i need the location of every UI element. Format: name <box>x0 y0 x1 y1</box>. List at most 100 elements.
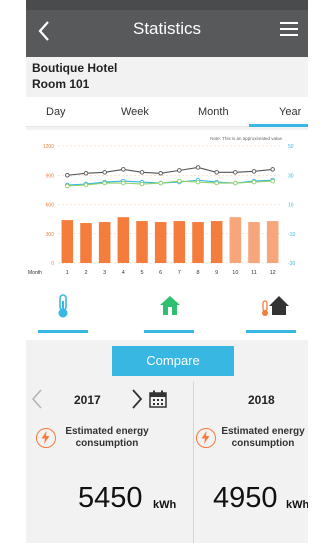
series-point <box>121 167 126 172</box>
tab-month[interactable]: Month <box>198 106 229 118</box>
hotel-info: Boutique Hotel Room 101 <box>32 60 117 92</box>
x-tick-label: 11 <box>251 270 257 276</box>
series-point <box>102 180 107 186</box>
x-tick-label: 4 <box>122 270 125 276</box>
chart-canvas: Note: This is an approximated value 1200 9… <box>28 136 295 276</box>
left-energy-value: 5450 <box>78 482 143 514</box>
y2-tick-label: 50 <box>288 144 294 150</box>
metric-tabs <box>26 285 308 340</box>
chevron-left-icon <box>31 389 42 409</box>
x-tick-label: 2 <box>84 270 87 276</box>
bar <box>117 217 130 263</box>
series-point <box>139 181 145 187</box>
bar <box>136 221 148 263</box>
series-point <box>158 180 163 186</box>
statistics-chart: Note: This is an approximated value 1200 9… <box>26 130 308 285</box>
x-tick-label: 12 <box>270 270 276 276</box>
series-point <box>65 173 70 178</box>
top-bar: Statistics <box>26 0 308 57</box>
hotel-name: Boutique Hotel <box>32 61 118 75</box>
bar <box>80 223 92 263</box>
series-point <box>214 170 219 175</box>
bar <box>61 220 74 263</box>
x-tick-label: 6 <box>159 270 162 276</box>
bar <box>248 222 260 263</box>
tab-week[interactable]: Week <box>121 106 149 118</box>
series-point <box>251 179 257 185</box>
y2-tick-label: 10 <box>288 203 294 209</box>
tab-home-temperature[interactable] <box>246 293 296 333</box>
chevron-right-icon <box>132 389 143 409</box>
y2-tick-label: -10 <box>288 232 295 238</box>
chart-note: Note: This is an approximated value <box>210 136 282 141</box>
tab-temperature[interactable] <box>38 293 88 333</box>
compare-button[interactable]: Compare <box>112 346 234 376</box>
series-point <box>139 170 145 175</box>
left-year: 2017 <box>74 393 101 407</box>
bar <box>98 222 111 263</box>
series-point <box>121 180 126 186</box>
calendar-icon <box>149 390 167 408</box>
energy-bolt-icon <box>36 428 56 448</box>
bar <box>229 217 242 263</box>
x-tick-label: 10 <box>232 270 238 276</box>
series-point <box>158 171 163 176</box>
y-tick-label: 600 <box>46 203 55 209</box>
calendar-button[interactable] <box>149 390 167 408</box>
series-point <box>177 178 182 184</box>
x-tick-label: 7 <box>178 270 181 276</box>
series-line <box>67 166 273 176</box>
panel-divider <box>193 382 194 543</box>
page-title: Statistics <box>132 19 202 38</box>
x-axis-label: Month <box>28 270 42 276</box>
bar <box>266 221 279 263</box>
left-energy-unit: kWh <box>153 499 177 511</box>
series-point <box>233 170 238 175</box>
tab-home[interactable] <box>144 293 194 333</box>
home-temperature-icon <box>262 296 289 316</box>
right-energy-unit: kWh <box>286 499 308 511</box>
series-point <box>270 178 275 184</box>
active-tab-indicator <box>249 124 308 127</box>
bar <box>192 222 204 263</box>
series-point <box>270 167 275 172</box>
previous-year-button[interactable] <box>30 388 44 410</box>
x-tick-label: 9 <box>215 270 218 276</box>
series-point <box>233 180 238 186</box>
tab-year[interactable]: Year <box>279 106 301 118</box>
series-point <box>102 170 107 175</box>
hamburger-icon <box>280 22 298 24</box>
series-point <box>83 182 89 188</box>
room-name: Room 101 <box>32 77 90 91</box>
tab-day[interactable]: Day <box>46 106 66 118</box>
x-tick-label: 3 <box>103 270 106 276</box>
bar <box>173 221 186 263</box>
status-bar <box>26 0 308 10</box>
period-tabs: Day Week Month Year <box>26 97 308 127</box>
x-tick-label: 8 <box>196 270 199 276</box>
x-tick-label: 1 <box>66 270 69 276</box>
series-point <box>177 168 182 173</box>
bar <box>210 221 223 263</box>
x-tick-label: 5 <box>140 270 143 276</box>
y-tick-label: 0 <box>51 261 54 267</box>
y2-tick-label: 30 <box>288 173 294 179</box>
series-point <box>214 180 219 186</box>
series-point <box>195 165 201 170</box>
energy-bolt-icon <box>196 428 216 448</box>
app-frame: Statistics Boutique Hotel Room 101 Day W… <box>26 0 308 543</box>
series-point <box>195 179 201 185</box>
y-tick-label: 300 <box>46 232 55 238</box>
series-point <box>251 169 257 174</box>
right-year: 2018 <box>248 393 275 407</box>
right-energy-value: 4950 <box>213 482 278 514</box>
series-point <box>83 171 89 176</box>
menu-button[interactable] <box>280 22 298 38</box>
y-tick-label: 1200 <box>43 144 54 150</box>
next-year-button[interactable] <box>130 388 144 410</box>
thermometer-icon <box>58 294 68 318</box>
y2-tick-label: -30 <box>288 261 295 267</box>
bar <box>154 222 167 263</box>
home-icon <box>160 296 180 315</box>
right-energy-label: Estimated energy consumption <box>221 426 305 449</box>
